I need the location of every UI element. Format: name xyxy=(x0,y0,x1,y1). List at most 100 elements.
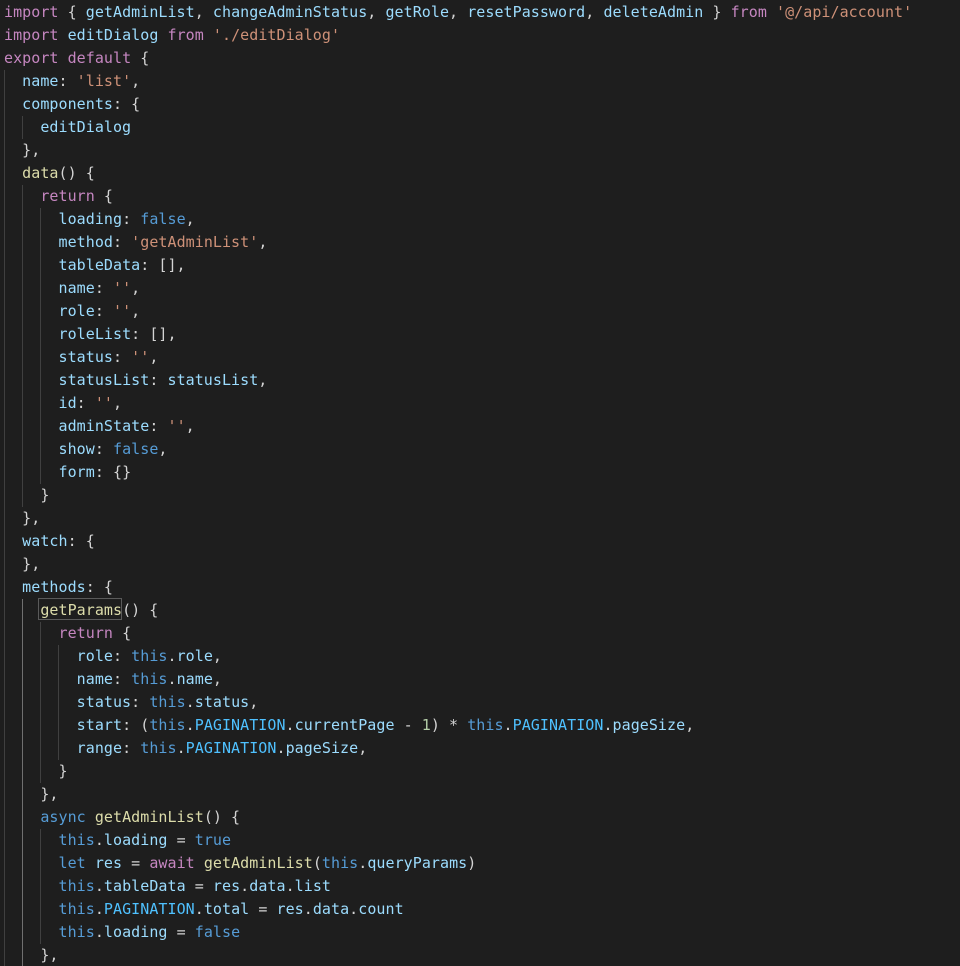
code-line[interactable]: range: this.PAGINATION.pageSize, xyxy=(4,737,368,760)
code-line[interactable]: import { getAdminList, changeAdminStatus… xyxy=(4,1,912,24)
code-token: default xyxy=(67,49,132,67)
code-line[interactable]: getParams() { xyxy=(4,599,158,622)
code-line[interactable]: async getAdminList() { xyxy=(4,806,240,829)
code-token: . xyxy=(349,900,359,918)
code-line[interactable]: this.loading = true xyxy=(4,829,232,852)
code-line[interactable]: data() { xyxy=(4,162,95,185)
code-line[interactable]: this.tableData = res.data.list xyxy=(4,875,331,898)
code-token: total xyxy=(203,900,250,918)
code-token: false xyxy=(194,923,241,941)
code-line[interactable]: id: '', xyxy=(4,392,123,415)
code-token: PAGINATION xyxy=(194,716,286,734)
code-token: , xyxy=(249,693,259,711)
code-token: return xyxy=(58,624,113,642)
code-token: watch xyxy=(22,532,68,550)
code-token: . xyxy=(285,716,295,734)
code-token: ) * xyxy=(430,716,468,734)
code-line[interactable]: adminState: '', xyxy=(4,415,195,438)
code-token: = xyxy=(122,854,150,872)
code-line[interactable]: let res = await getAdminList(this.queryP… xyxy=(4,852,477,875)
code-line[interactable]: editDialog xyxy=(4,116,131,139)
code-line[interactable]: this.PAGINATION.total = res.data.count xyxy=(4,898,404,921)
code-line[interactable]: this.loading = false xyxy=(4,921,241,944)
code-line[interactable]: tableData: [], xyxy=(4,254,186,277)
code-line[interactable]: status: '', xyxy=(4,346,159,369)
code-token: { xyxy=(58,3,86,21)
code-line[interactable]: }, xyxy=(4,553,40,576)
code-token: , xyxy=(113,394,123,412)
code-line[interactable]: start: (this.PAGINATION.currentPage - 1)… xyxy=(4,714,695,737)
code-token: : ( xyxy=(122,716,150,734)
code-line[interactable]: } xyxy=(4,760,68,783)
code-token: loading xyxy=(58,210,123,228)
code-line[interactable]: name: this.name, xyxy=(4,668,222,691)
code-line[interactable]: import editDialog from './editDialog' xyxy=(4,24,340,47)
code-line[interactable]: name: '', xyxy=(4,277,141,300)
code-token: this xyxy=(149,716,186,734)
code-token: , xyxy=(358,739,368,757)
code-token: : xyxy=(94,279,113,297)
code-token: PAGINATION xyxy=(512,716,604,734)
code-line[interactable]: statusList: statusList, xyxy=(4,369,268,392)
code-token: methods xyxy=(22,578,86,596)
code-line[interactable]: return { xyxy=(4,185,113,208)
code-token: this xyxy=(321,854,359,872)
code-line[interactable]: }, xyxy=(4,139,40,162)
code-token: : { xyxy=(112,95,141,113)
code-token: list xyxy=(294,877,331,895)
code-token: . xyxy=(358,854,368,872)
code-line[interactable]: return { xyxy=(4,622,132,645)
code-token: getAdminList xyxy=(94,808,204,826)
code-token: : xyxy=(76,394,95,412)
code-line[interactable]: }, xyxy=(4,944,59,966)
code-line[interactable]: } xyxy=(4,484,49,507)
code-line[interactable]: components: { xyxy=(4,93,140,116)
code-token: return xyxy=(40,187,95,205)
code-token: start xyxy=(76,716,123,734)
code-token: : xyxy=(131,693,150,711)
code-token: components xyxy=(22,95,113,113)
code-token: roleList xyxy=(58,325,132,343)
code-token: '' xyxy=(131,348,150,366)
code-token: : xyxy=(149,371,168,389)
code-token: () { xyxy=(122,601,159,619)
code-token: - xyxy=(394,716,422,734)
code-line[interactable]: watch: { xyxy=(4,530,95,553)
code-line[interactable]: role: this.role, xyxy=(4,645,222,668)
code-editor[interactable]: import { getAdminList, changeAdminStatus… xyxy=(0,0,960,966)
code-token: : xyxy=(122,210,141,228)
code-line[interactable]: status: this.status, xyxy=(4,691,259,714)
code-token: count xyxy=(358,900,404,918)
code-token: , xyxy=(367,3,386,21)
code-token: method xyxy=(58,233,113,251)
code-token: , xyxy=(131,279,141,297)
code-token: { xyxy=(94,187,113,205)
code-line[interactable]: method: 'getAdminList', xyxy=(4,231,268,254)
code-token: pageSize xyxy=(612,716,686,734)
code-line[interactable]: }, xyxy=(4,507,40,530)
code-line[interactable]: methods: { xyxy=(4,576,113,599)
code-token: : [], xyxy=(140,256,186,274)
code-line[interactable]: export default { xyxy=(4,47,149,70)
code-token: id xyxy=(58,394,77,412)
code-line[interactable]: roleList: [], xyxy=(4,323,177,346)
code-line[interactable]: }, xyxy=(4,783,59,806)
code-token: , xyxy=(185,417,195,435)
code-token: form xyxy=(58,463,95,481)
code-line[interactable]: show: false, xyxy=(4,438,168,461)
code-line[interactable]: role: '', xyxy=(4,300,141,323)
code-token: : xyxy=(113,348,132,366)
code-line[interactable]: name: 'list', xyxy=(4,70,140,93)
code-token: getRole xyxy=(385,3,450,21)
code-line[interactable]: loading: false, xyxy=(4,208,195,231)
code-token: '' xyxy=(94,394,114,412)
code-line[interactable]: form: {} xyxy=(4,461,132,484)
